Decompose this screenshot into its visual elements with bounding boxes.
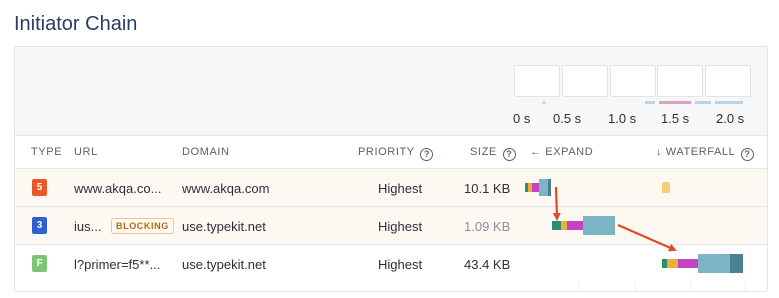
- initiator-chain-panel: 0 s 0.5 s 1.0 s 1.5 s 2.0 s TYPE URL DOM…: [14, 46, 768, 292]
- initiator-arrow: [617, 223, 677, 252]
- initiator-arrows: [552, 186, 677, 252]
- page-title: Initiator Chain: [14, 13, 138, 35]
- initiator-arrow: [552, 186, 561, 221]
